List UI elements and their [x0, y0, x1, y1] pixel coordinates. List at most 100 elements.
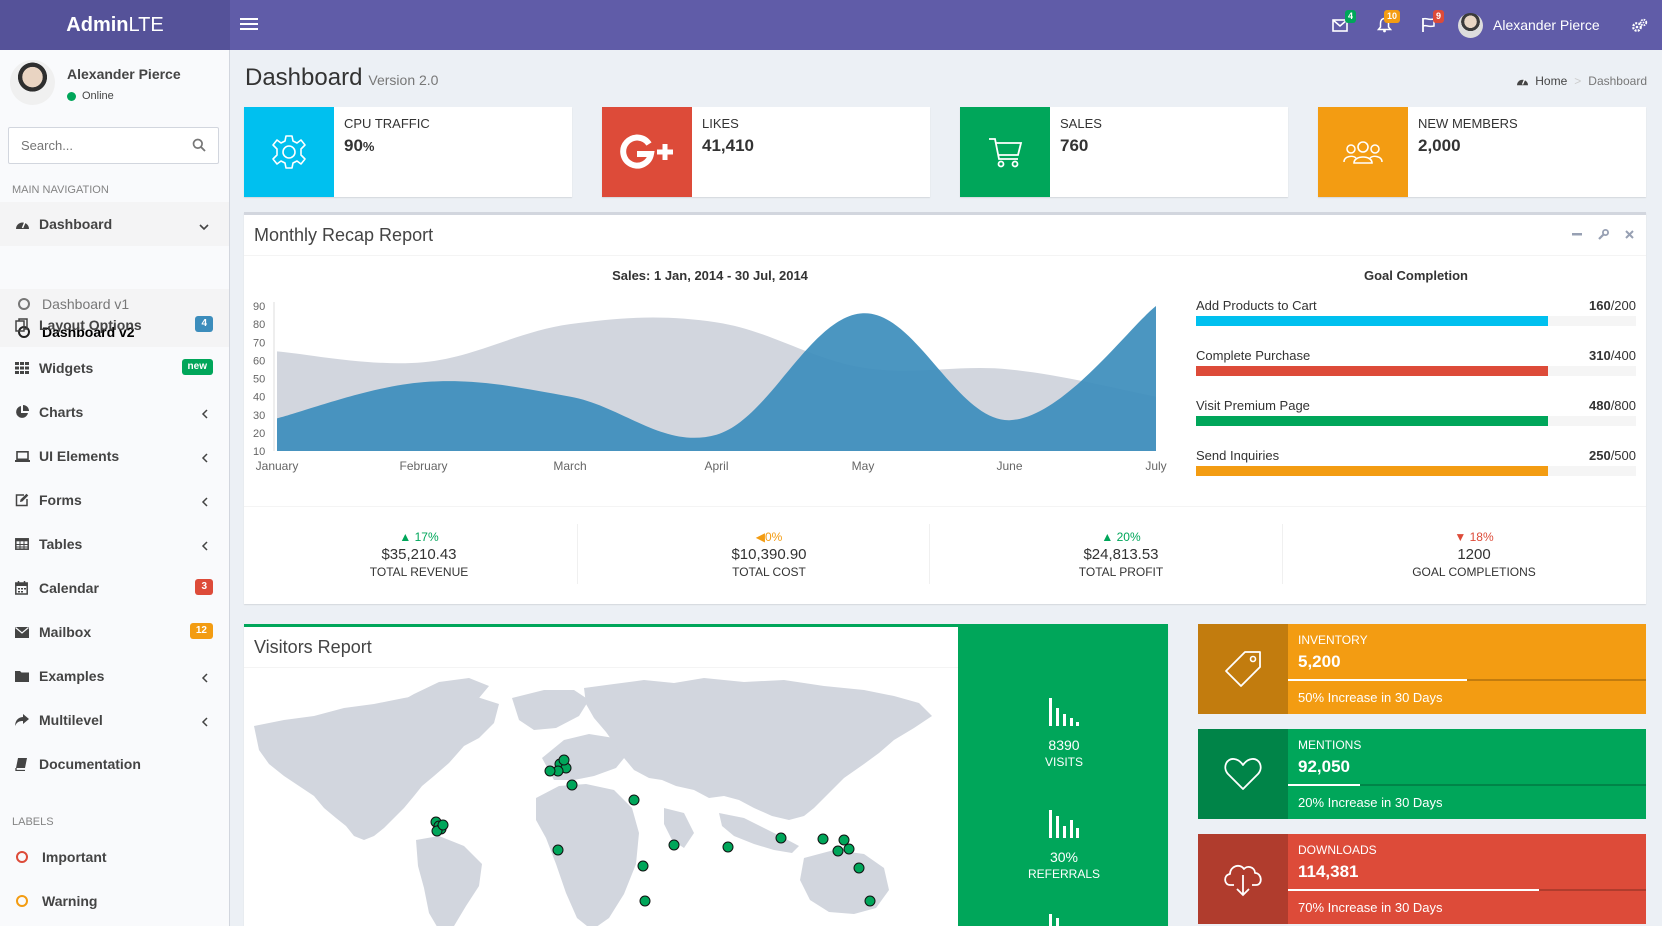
sidebar-item-tables[interactable]: Tables	[0, 522, 229, 566]
sidebar-search	[8, 127, 219, 164]
breadcrumb-separator: >	[1574, 74, 1582, 88]
tasks-menu[interactable]: 9	[1406, 0, 1450, 50]
progress-bar-fill	[1288, 784, 1360, 786]
info-box-label: CPU TRAFFIC	[344, 116, 430, 131]
user-panel: Alexander Pierce Online	[10, 60, 220, 110]
bar-chart-icon	[1049, 810, 1079, 838]
sidebar-item-label: UI Elements	[39, 448, 120, 464]
info-box-new-members: NEW MEMBERS 2,000	[1318, 107, 1646, 197]
control-sidebar-toggle[interactable]	[1616, 0, 1662, 50]
referrals-value: 30%	[1049, 849, 1079, 865]
messages-badge: 4	[1344, 10, 1356, 23]
visits-value: 8390	[1048, 737, 1080, 753]
visits-stat: 8390 VISITS	[960, 696, 1168, 769]
amount: $10,390.90	[731, 546, 807, 563]
percentage: ▼ 18%	[1454, 530, 1494, 544]
sidebar-label-important[interactable]: Important	[0, 835, 229, 879]
wrench-icon[interactable]	[1596, 227, 1610, 241]
sidebar-item-documentation[interactable]: Documentation	[0, 742, 229, 786]
table-icon	[15, 538, 39, 550]
description-title: TOTAL PROFIT	[1078, 565, 1164, 579]
sidebar-item-ui-elements[interactable]: UI Elements	[0, 434, 229, 478]
mentions-box: MENTIONS 92,050 20% Increase in 30 Days	[1198, 729, 1646, 819]
goal-label: Complete Purchase	[1196, 348, 1311, 363]
info-box-likes: LIKES 41,410	[602, 107, 930, 197]
users-icon	[1318, 107, 1408, 197]
sidebar-item-dashboard[interactable]: Dashboard	[0, 202, 229, 246]
header-user-name: Alexander Pierce	[1493, 17, 1600, 33]
visits-label: VISITS	[1044, 755, 1083, 769]
messages-menu[interactable]: 4	[1318, 0, 1362, 50]
user-status: Online	[67, 90, 114, 102]
sidebar-item-label: Tables	[39, 536, 83, 552]
breadcrumb-current: Dashboard	[1588, 74, 1647, 88]
amount: $35,210.43	[381, 546, 457, 563]
partial-stat	[960, 912, 1168, 926]
avatar	[10, 60, 55, 105]
info-box-number: 41,410	[702, 136, 754, 155]
goal-label: Send Inquiries	[1196, 448, 1280, 463]
sidebar-item-calendar[interactable]: Calendar 3	[0, 566, 229, 610]
pie-chart-icon	[15, 405, 39, 419]
chevron-left-icon	[201, 538, 209, 554]
minus-icon[interactable]	[1570, 227, 1584, 241]
description-title: GOAL COMPLETIONS	[1412, 565, 1536, 579]
progress-bar	[1288, 784, 1646, 786]
chevron-left-icon	[201, 406, 209, 422]
google-plus-icon	[602, 107, 692, 197]
close-icon[interactable]	[1622, 227, 1636, 241]
search-input[interactable]	[9, 128, 179, 163]
search-icon[interactable]	[192, 138, 206, 155]
y-tick-label: 80	[253, 319, 265, 331]
sidebar-toggle-icon[interactable]	[240, 15, 258, 35]
info-box-label: NEW MEMBERS	[1418, 116, 1518, 131]
user-menu[interactable]: Alexander Pierce	[1458, 0, 1600, 50]
info-box-label: DOWNLOADS	[1298, 843, 1377, 857]
sidebar-item-examples[interactable]: Examples	[0, 654, 229, 698]
sidebar-item-label: Dashboard	[39, 216, 113, 232]
laptop-icon	[15, 450, 39, 462]
main-navigation-header: MAIN NAVIGATION	[12, 184, 109, 196]
progress-bar	[1196, 466, 1636, 476]
sidebar-item-charts[interactable]: Charts	[0, 390, 229, 434]
info-box-number: 114,381	[1298, 862, 1359, 881]
calendar-icon	[15, 581, 39, 595]
caret-down-icon: ▼	[1454, 530, 1467, 544]
description-block-cost: ◀0% $10,390.90 TOTAL COST	[594, 530, 944, 579]
sales-area-chart: 10 20 30 40 50 60 70 80 90 January February March Ap…	[253, 301, 1167, 473]
percentage: ◀0%	[755, 530, 783, 544]
sidebar-item-layout-options[interactable]: Layout Options 4	[0, 303, 229, 347]
info-box-number: 5,200	[1298, 652, 1341, 671]
progress-bar	[1196, 416, 1636, 426]
chevron-left-icon	[201, 450, 209, 466]
x-tick-label: June	[996, 459, 1022, 473]
goal-value: 160/200	[1588, 298, 1636, 313]
caret-up-icon: ▲	[1101, 530, 1114, 544]
box-title: Monthly Recap Report	[254, 225, 434, 245]
shopping-cart-icon	[960, 107, 1050, 197]
goal-value: 250/500	[1588, 448, 1636, 463]
y-tick-label: 50	[253, 374, 265, 386]
progress-bar	[1196, 316, 1636, 326]
info-box-number: 760	[1060, 136, 1089, 155]
info-box-label: LIKES	[702, 116, 739, 131]
goal-value: 480/800	[1588, 398, 1636, 413]
sidebar-label-warning[interactable]: Warning	[0, 879, 229, 923]
edit-icon	[15, 493, 39, 507]
breadcrumb-home-link[interactable]: Home	[1535, 74, 1567, 88]
sidebar-item-multilevel[interactable]: Multilevel	[0, 698, 229, 742]
goal-value: 310/400	[1588, 348, 1636, 363]
referrals-stat: 30% REFERRALS	[960, 808, 1168, 881]
progress-bar	[1288, 889, 1646, 891]
sidebar-item-mailbox[interactable]: Mailbox 12	[0, 610, 229, 654]
sidebar-item-forms[interactable]: Forms	[0, 478, 229, 522]
sidebar-item-label: Important	[42, 849, 107, 865]
description-title: TOTAL COST	[732, 565, 806, 579]
top-navbar: AdminLTE 4 10 9 Alexander Pierce	[0, 0, 1662, 50]
logo[interactable]: AdminLTE	[0, 0, 230, 50]
percentage: ▲ 17%	[399, 530, 439, 544]
heart-icon	[1198, 729, 1288, 819]
sidebar-item-widgets[interactable]: Widgets new	[0, 346, 229, 390]
notifications-menu[interactable]: 10	[1362, 0, 1406, 50]
sidebar-item-label: Mailbox	[39, 624, 92, 640]
